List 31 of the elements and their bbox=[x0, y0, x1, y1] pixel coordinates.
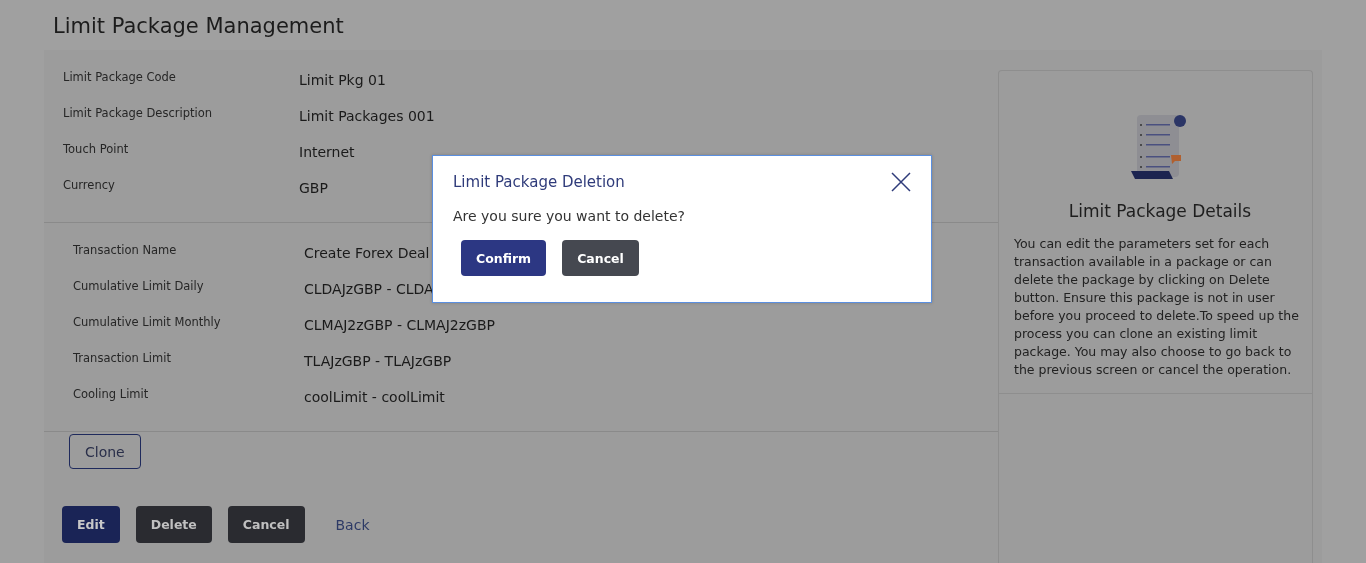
field-value: TLAJzGBP - TLAJzGBP bbox=[304, 352, 452, 369]
action-button[interactable]: Edit bbox=[62, 506, 120, 543]
field-label: Touch Point bbox=[63, 141, 130, 156]
dialog-title: Limit Package Deletion bbox=[453, 173, 625, 191]
field-value: CLDAJzGBP - CLDA bbox=[304, 280, 434, 297]
dialog-button[interactable]: Confirm bbox=[461, 240, 547, 276]
dialog-button[interactable]: Cancel bbox=[562, 240, 639, 276]
page-title: Limit Package Management bbox=[53, 13, 345, 40]
info-text: You can edit the parameters set for each transaction available in a package or can delete the package by clicking on Delete button. Ensure this package is not in user before you proceed to delete.To speed up the process you can clone an existing limit package. You may also choose to go back to the previous screen or cancel the operation. bbox=[1014, 235, 1300, 379]
action-button[interactable]: Cancel bbox=[227, 506, 305, 543]
field-label: Cumulative Limit Monthly bbox=[73, 314, 222, 329]
clone-button[interactable]: Clone bbox=[69, 434, 141, 469]
field-label: Currency bbox=[63, 177, 116, 192]
field-label: Transaction Limit bbox=[73, 350, 172, 365]
field-value: Create Forex Deal bbox=[304, 244, 430, 261]
field-label: Limit Package Code bbox=[63, 69, 177, 84]
field-value: Internet bbox=[299, 143, 355, 160]
action-button[interactable]: Delete bbox=[135, 506, 212, 543]
field-value: CLMAJ2zGBP - CLMAJ2zGBP bbox=[304, 316, 495, 333]
info-title: Limit Package Details bbox=[1068, 201, 1252, 221]
field-label: Limit Package Description bbox=[63, 105, 213, 120]
back-link[interactable]: Back bbox=[320, 506, 385, 543]
field-value: Limit Packages 001 bbox=[299, 107, 435, 124]
field-value: Limit Pkg 01 bbox=[299, 71, 386, 88]
field-label: Transaction Name bbox=[73, 242, 178, 257]
field-value: GBP bbox=[299, 179, 328, 196]
field-label: Cumulative Limit Daily bbox=[73, 278, 205, 293]
dialog-message: Are you sure you want to delete? bbox=[453, 208, 685, 224]
field-value: coolLimit - coolLimit bbox=[304, 388, 445, 405]
close-icon[interactable] bbox=[891, 172, 911, 192]
field-label: Cooling Limit bbox=[73, 386, 150, 401]
